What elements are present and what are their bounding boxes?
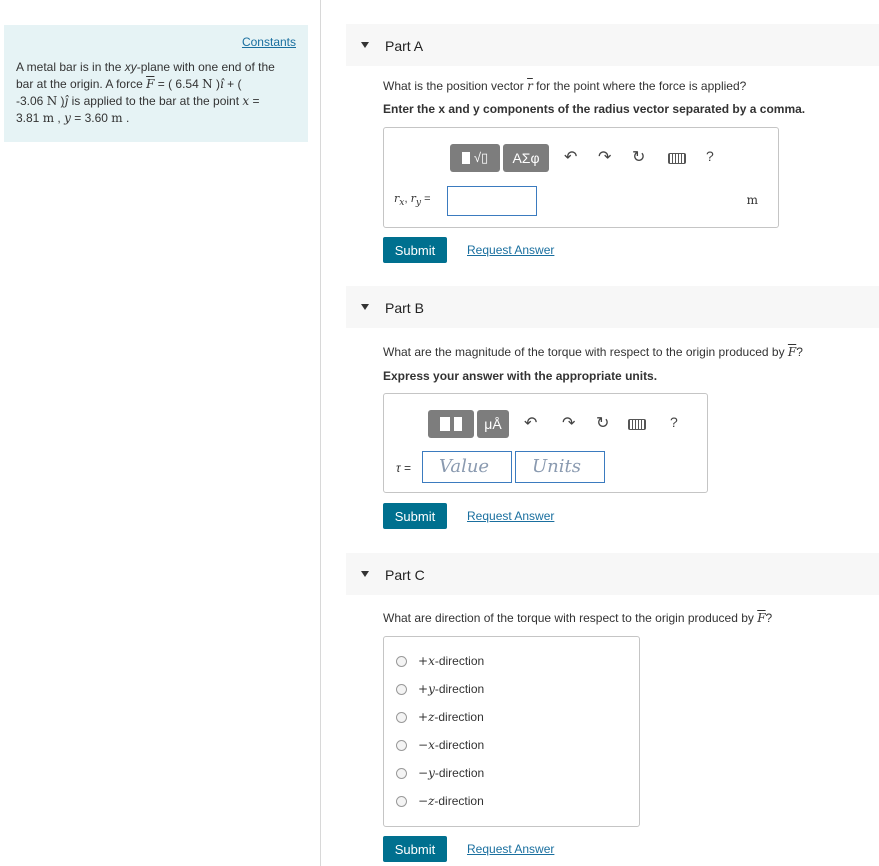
keyboard-icon[interactable]	[628, 419, 646, 430]
reset-icon[interactable]: ↻	[596, 413, 609, 433]
part-b-request-answer-link[interactable]: Request Answer	[467, 509, 554, 523]
part-a-header[interactable]: Part A	[346, 24, 879, 66]
exponent-template-icon	[454, 417, 462, 431]
redo-icon[interactable]: ↷	[598, 147, 611, 167]
fraction-template-icon	[440, 417, 450, 431]
option-minus-y[interactable]: − y -direction	[396, 764, 484, 782]
option-plus-x[interactable]: + x -direction	[396, 652, 484, 670]
collapse-triangle-icon[interactable]	[361, 42, 369, 48]
part-a-request-answer-link[interactable]: Request Answer	[467, 243, 554, 257]
radio-button[interactable]	[396, 683, 407, 695]
option-plus-y[interactable]: + y -direction	[396, 680, 484, 698]
option-plus-z[interactable]: + z -direction	[396, 708, 484, 726]
collapse-triangle-icon[interactable]	[361, 571, 369, 577]
undo-icon[interactable]: ↶	[524, 413, 537, 433]
rx-ry-label: rx, ry =	[394, 192, 431, 209]
greek-symbols-button[interactable]: ΑΣφ	[503, 144, 549, 172]
divider-line	[320, 0, 321, 866]
units-button[interactable]: μÅ	[477, 410, 509, 438]
part-c-request-answer-link[interactable]: Request Answer	[467, 842, 554, 856]
part-a-submit-button[interactable]: Submit	[383, 237, 447, 263]
unit-label: m	[746, 193, 758, 207]
position-vector-input[interactable]	[447, 186, 537, 216]
part-c-header[interactable]: Part C	[346, 553, 879, 595]
part-b-answer-box: μÅ ↶ ↷ ↻ ? τ = Value Units	[383, 393, 708, 493]
tau-label: τ =	[396, 461, 411, 475]
part-b-header[interactable]: Part B	[346, 286, 879, 328]
help-icon[interactable]: ?	[670, 414, 678, 430]
option-minus-x[interactable]: − x -direction	[396, 736, 484, 754]
templates-button[interactable]: √▯	[450, 144, 500, 172]
radio-button[interactable]	[396, 767, 407, 779]
radio-button[interactable]	[396, 655, 407, 667]
part-a-instruction: Enter the x and y components of the radi…	[383, 102, 806, 116]
part-c-title: Part C	[385, 567, 425, 583]
option-minus-z[interactable]: − z -direction	[396, 792, 484, 810]
part-b-question: What are the magnitude of the torque wit…	[383, 345, 803, 359]
value-input[interactable]: Value	[422, 451, 512, 483]
part-c-question: What are direction of the torque with re…	[383, 611, 773, 625]
collapse-triangle-icon[interactable]	[361, 304, 369, 310]
constants-link[interactable]: Constants	[242, 35, 296, 49]
part-a-title: Part A	[385, 38, 424, 54]
help-icon[interactable]: ?	[706, 148, 714, 164]
part-b-title: Part B	[385, 300, 424, 316]
part-c-submit-button[interactable]: Submit	[383, 836, 447, 862]
units-input[interactable]: Units	[515, 451, 605, 483]
radio-button[interactable]	[396, 711, 407, 723]
undo-icon[interactable]: ↶	[564, 147, 577, 167]
part-b-instruction: Express your answer with the appropriate…	[383, 369, 658, 383]
part-b-submit-button[interactable]: Submit	[383, 503, 447, 529]
part-a-question: What is the position vector r for the po…	[383, 79, 747, 93]
templates-button[interactable]	[428, 410, 474, 438]
redo-icon[interactable]: ↷	[562, 413, 575, 433]
keyboard-icon[interactable]	[668, 153, 686, 164]
templates-icon	[461, 152, 470, 164]
sqrt-icon: √▯	[473, 150, 489, 165]
reset-icon[interactable]: ↻	[632, 147, 645, 167]
radio-button[interactable]	[396, 795, 407, 807]
part-a-answer-box: √▯ ΑΣφ ↶ ↷ ↻ ? rx, ry = m	[383, 127, 779, 228]
problem-statement: A metal bar is in the xy-plane with one …	[16, 60, 275, 125]
problem-sidebar: Constants A metal bar is in the xy-plane…	[4, 25, 308, 142]
radio-button[interactable]	[396, 739, 407, 751]
